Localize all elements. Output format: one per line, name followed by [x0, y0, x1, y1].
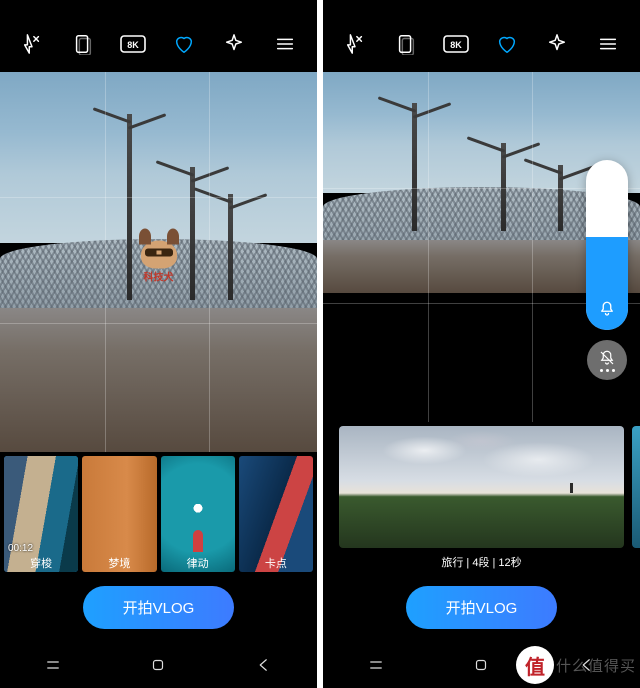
volume-panel: [586, 160, 628, 380]
template-thumb[interactable]: 梦境: [82, 456, 156, 572]
cta-row: 开拍VLOG: [0, 572, 317, 642]
more-dots-icon: [600, 369, 615, 372]
site-watermark: 值 什么值得买: [516, 646, 636, 684]
thumb-duration: 00:12: [8, 543, 33, 554]
flash-off-icon[interactable]: [341, 30, 369, 58]
template-preview-row: 旅行 | 4段 | 12秒: [323, 422, 640, 572]
bell-icon: [598, 300, 616, 318]
aspect-icon[interactable]: [69, 30, 97, 58]
watermark-text: 什么值得买: [556, 655, 636, 676]
heart-icon[interactable]: [493, 30, 521, 58]
template-thumb[interactable]: 00:12 穿梭: [4, 456, 78, 572]
thumb-label: 律动: [161, 555, 235, 571]
template-preview[interactable]: [339, 426, 624, 548]
nav-home[interactable]: [136, 656, 180, 674]
start-vlog-button[interactable]: 开拍VLOG: [406, 586, 558, 629]
camera-top-bar: 8K: [323, 16, 640, 72]
phone-right: 8K 旅行 | 4段 | 12秒 开拍VLOG: [323, 0, 640, 688]
sparkle-icon[interactable]: [543, 30, 571, 58]
mascot-text: 科技犬: [141, 269, 177, 284]
mute-button[interactable]: [587, 340, 627, 380]
bell-off-icon: [598, 349, 616, 367]
8k-icon[interactable]: 8K: [442, 30, 470, 58]
system-nav-bar: [0, 642, 317, 688]
thumb-label: 卡点: [239, 555, 313, 571]
template-thumbnails: 00:12 穿梭 梦境 律动 卡点: [0, 452, 317, 572]
viewfinder[interactable]: 科技犬: [0, 72, 317, 452]
svg-text:8K: 8K: [450, 40, 462, 50]
nav-recents[interactable]: [354, 656, 398, 674]
status-bar: [0, 0, 317, 16]
cta-row: 开拍VLOG: [323, 572, 640, 642]
template-thumb[interactable]: 卡点: [239, 456, 313, 572]
next-template-peek[interactable]: [632, 426, 640, 548]
volume-slider[interactable]: [586, 160, 628, 330]
8k-icon[interactable]: 8K: [119, 30, 147, 58]
svg-text:8K: 8K: [127, 40, 139, 50]
sparkle-icon[interactable]: [220, 30, 248, 58]
thumb-label: 穿梭: [4, 555, 78, 571]
status-bar: [323, 0, 640, 16]
template-thumb[interactable]: 律动: [161, 456, 235, 572]
nav-back[interactable]: [242, 656, 286, 674]
nav-home[interactable]: [459, 656, 503, 674]
start-vlog-button[interactable]: 开拍VLOG: [83, 586, 235, 629]
thumb-label: 梦境: [82, 555, 156, 571]
volume-fill: [586, 237, 628, 331]
phone-left: 8K 科技犬 00:12 穿梭 梦境 律动: [0, 0, 317, 688]
watermark-char: 值: [516, 646, 554, 684]
menu-icon[interactable]: [594, 30, 622, 58]
nav-recents[interactable]: [31, 656, 75, 674]
aspect-icon[interactable]: [392, 30, 420, 58]
heart-icon[interactable]: [170, 30, 198, 58]
mascot-watermark: 科技犬: [141, 241, 177, 284]
template-info: 旅行 | 4段 | 12秒: [323, 554, 640, 570]
menu-icon[interactable]: [271, 30, 299, 58]
flash-off-icon[interactable]: [18, 30, 46, 58]
camera-top-bar: 8K: [0, 16, 317, 72]
